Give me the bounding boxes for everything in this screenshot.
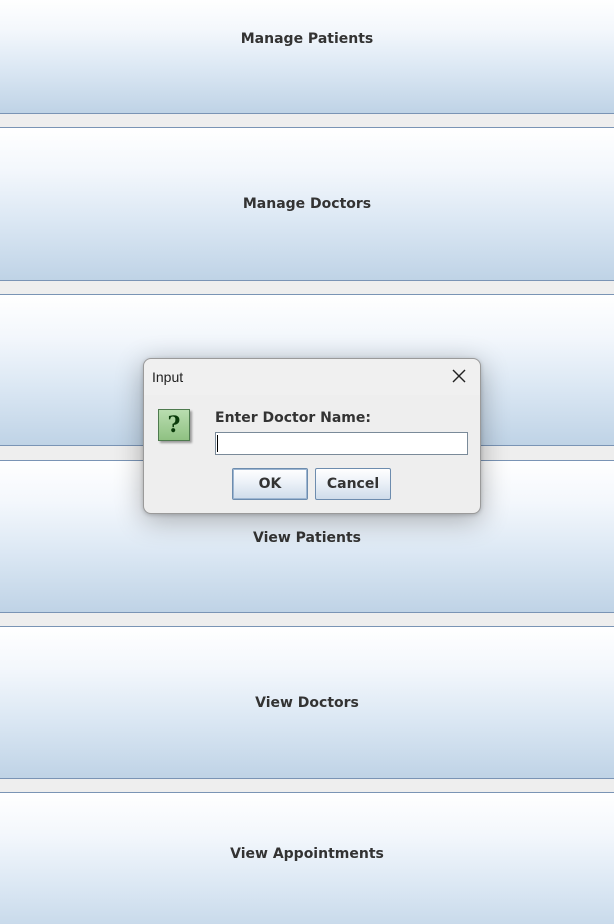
manage-patients-button[interactable]: Manage Patients (0, 0, 614, 114)
main-window: Manage Patients Manage Doctors View Pati… (0, 0, 614, 924)
doctor-name-label: Enter Doctor Name: (215, 410, 371, 426)
manage-doctors-button[interactable]: Manage Doctors (0, 127, 614, 281)
input-dialog: Input ? Enter Doctor Name: OK Cancel (143, 358, 481, 514)
view-patients-label: View Patients (252, 529, 361, 546)
doctor-name-input[interactable] (215, 432, 468, 455)
text-caret (217, 435, 218, 452)
manage-doctors-label: Manage Doctors (242, 196, 372, 212)
view-doctors-button[interactable]: View Doctors (0, 626, 614, 779)
view-appointments-button[interactable]: View Appointments (0, 792, 614, 924)
ok-label: OK (258, 476, 282, 492)
dialog-title-bar[interactable]: Input (144, 359, 480, 395)
ok-button[interactable]: OK (232, 468, 308, 500)
close-icon[interactable] (450, 367, 468, 385)
cancel-button[interactable]: Cancel (315, 468, 391, 500)
view-appointments-label: View Appointments (230, 846, 384, 862)
view-doctors-label: View Doctors (255, 694, 359, 711)
question-icon: ? (158, 409, 190, 441)
cancel-label: Cancel (326, 476, 380, 492)
manage-patients-label: Manage Patients (240, 31, 374, 47)
dialog-title: Input (152, 369, 184, 385)
question-glyph: ? (167, 412, 181, 438)
